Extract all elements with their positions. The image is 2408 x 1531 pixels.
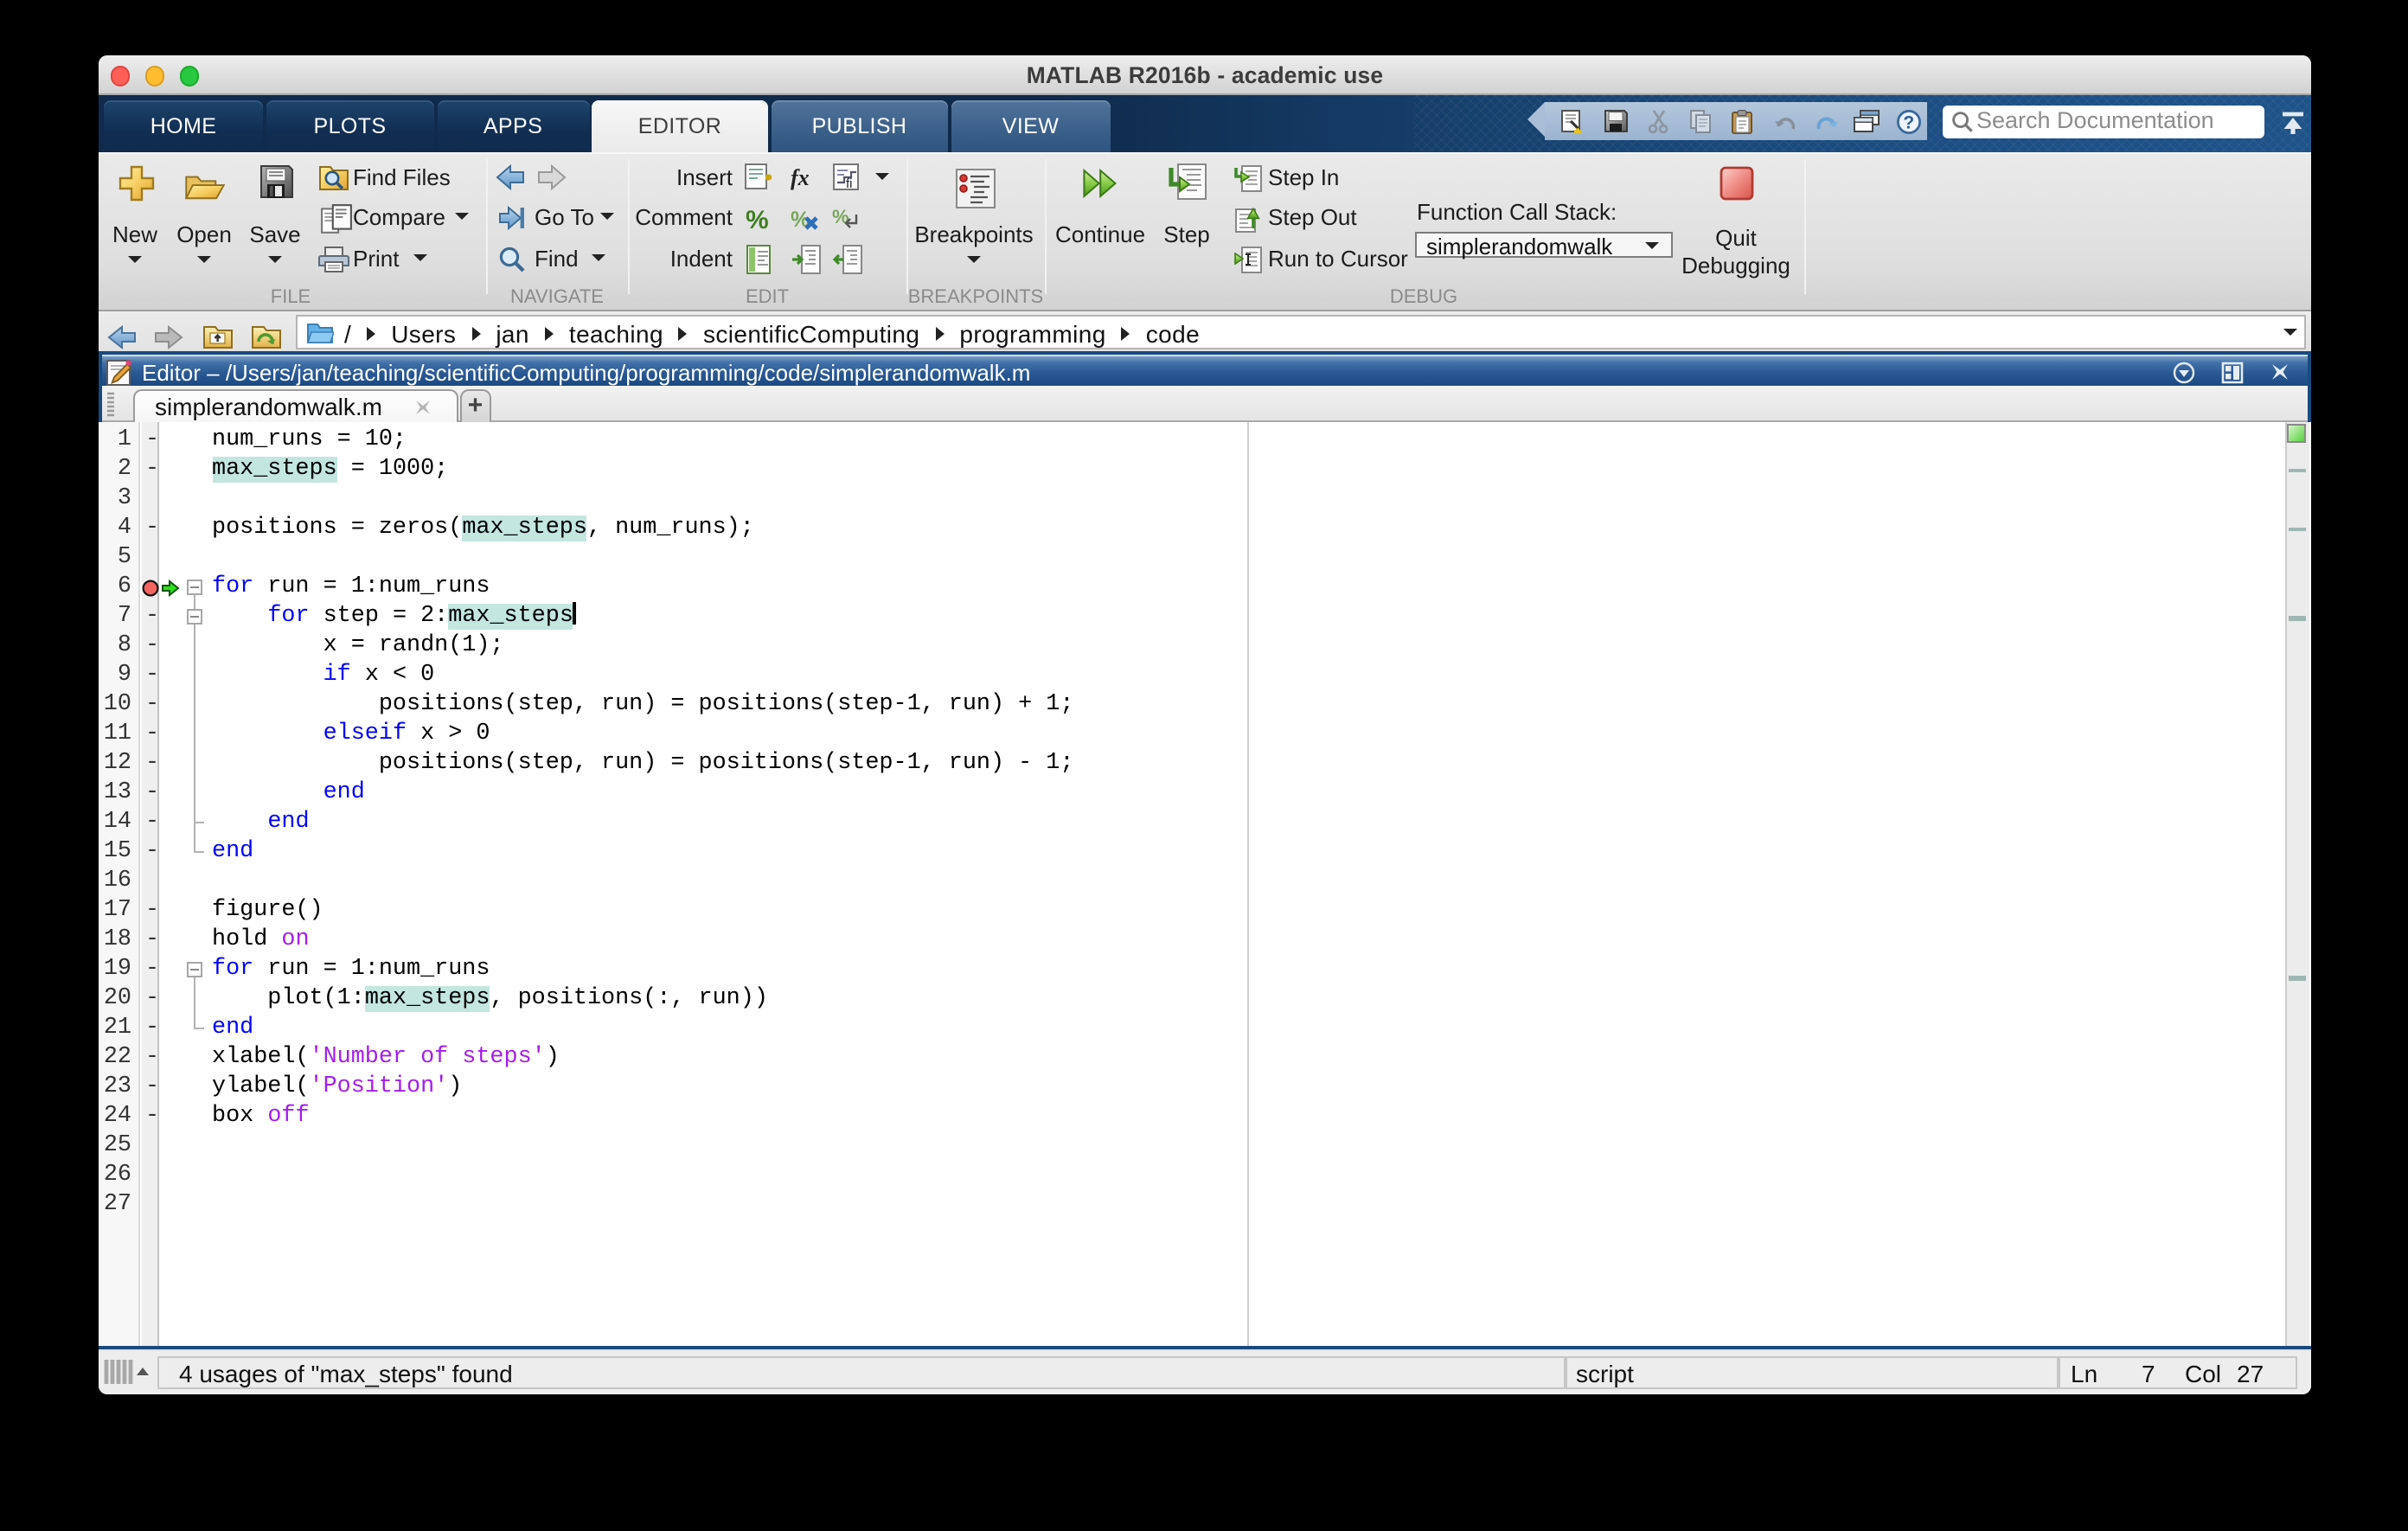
svg-text:?: ? (1902, 112, 1913, 132)
svg-text:fx: fx (791, 165, 810, 190)
svg-text:fi: fi (846, 176, 853, 191)
svg-text:%: % (746, 205, 769, 233)
